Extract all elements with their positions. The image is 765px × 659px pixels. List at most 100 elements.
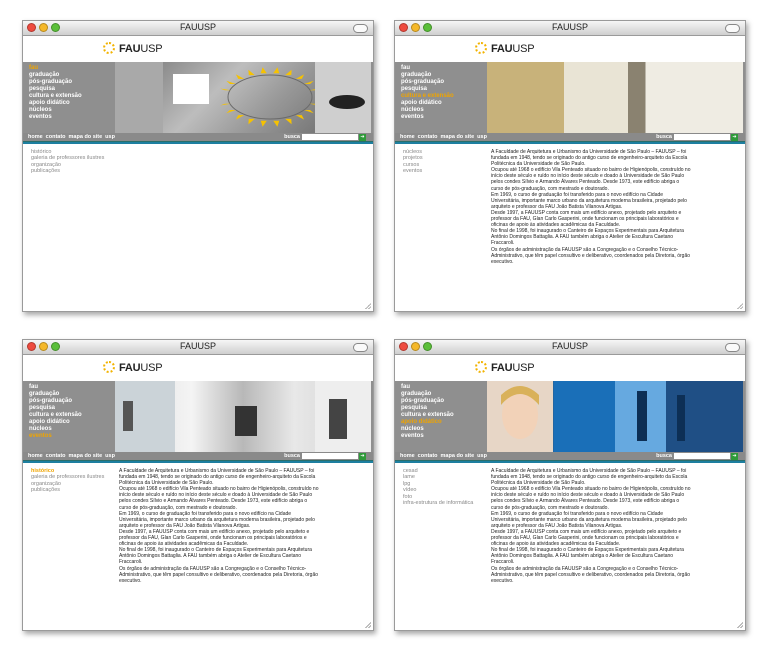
utility-link[interactable]: mapa do site xyxy=(69,134,103,140)
menu-item[interactable]: núcleos xyxy=(401,426,454,433)
title-bar[interactable]: FAUUSP xyxy=(23,340,373,355)
search-input[interactable] xyxy=(674,453,730,459)
menu-item[interactable]: cultura e extensão xyxy=(29,93,82,100)
body-paragraph: Os órgãos de administração da FAUUSP são… xyxy=(491,246,691,265)
menu-item[interactable]: apoio didático xyxy=(29,419,82,426)
menu-item[interactable]: cultura e extensão xyxy=(401,93,454,100)
menu-item[interactable]: apoio didático xyxy=(401,419,454,426)
menu-item[interactable]: pesquisa xyxy=(401,405,454,412)
resize-grip-icon[interactable] xyxy=(737,303,743,309)
menu-item[interactable]: cultura e extensão xyxy=(29,412,82,419)
sub-menu: núcleos projetos cursos eventos xyxy=(403,149,423,175)
content-area: núcleos projetos cursos eventos A Faculdade … xyxy=(395,144,745,309)
search-input[interactable] xyxy=(302,134,358,140)
menu-item[interactable]: pós-graduação xyxy=(29,398,82,405)
menu-item[interactable]: pós-graduação xyxy=(401,79,454,86)
body-paragraph: Em 1969, o curso de graduação foi transf… xyxy=(491,510,687,529)
menu-item[interactable]: pós-graduação xyxy=(29,79,82,86)
window-title: FAUUSP xyxy=(551,22,588,32)
browser-window: FAUUSP FAUUSP fau graduação pós-graduação pes… xyxy=(394,20,746,312)
site-logo[interactable]: FAUUSP xyxy=(491,43,535,55)
site-logo[interactable]: FAUUSP xyxy=(119,43,163,55)
menu-item[interactable]: apoio didático xyxy=(29,100,82,107)
toolbar-toggle-button[interactable] xyxy=(353,24,368,33)
logo-row: FAUUSP xyxy=(395,36,745,62)
utility-link[interactable]: home xyxy=(28,134,43,140)
title-bar[interactable]: FAUUSP xyxy=(395,340,745,355)
header-band: fau graduação pós-graduação pesquisa cultura… xyxy=(23,62,373,141)
search-input[interactable] xyxy=(674,134,730,140)
menu-item[interactable]: graduação xyxy=(29,72,82,79)
logo-row: FAUUSP xyxy=(23,36,373,62)
utility-link[interactable]: contato xyxy=(418,453,438,459)
search-go-button[interactable]: ➜ xyxy=(731,133,738,141)
sub-menu-item[interactable]: projetos xyxy=(403,155,423,161)
title-bar[interactable]: FAUUSP xyxy=(395,21,745,36)
utility-link[interactable]: usp xyxy=(105,453,115,459)
toolbar-toggle-button[interactable] xyxy=(725,24,740,33)
utility-link[interactable]: mapa do site xyxy=(69,453,103,459)
sub-menu-item[interactable]: publicações xyxy=(31,168,104,174)
menu-item[interactable]: fau xyxy=(401,65,454,72)
toolbar-toggle-button[interactable] xyxy=(725,343,740,352)
menu-item[interactable]: fau xyxy=(29,65,82,72)
utility-link[interactable]: home xyxy=(400,453,415,459)
menu-item[interactable]: núcleos xyxy=(401,107,454,114)
menu-item[interactable]: cultura e extensão xyxy=(401,412,454,419)
sun-logo-icon xyxy=(103,361,115,373)
menu-item[interactable]: graduação xyxy=(29,391,82,398)
title-bar[interactable]: FAUUSP xyxy=(23,21,373,36)
utility-link[interactable]: usp xyxy=(477,453,487,459)
menu-item[interactable]: núcleos xyxy=(29,426,82,433)
body-paragraph: A Faculdade de Arquitetura e Urbanismo d… xyxy=(119,468,316,487)
menu-item[interactable]: graduação xyxy=(401,72,454,79)
utility-link[interactable]: usp xyxy=(477,134,487,140)
menu-item[interactable]: apoio didático xyxy=(401,100,454,107)
window-title: FAUUSP xyxy=(551,341,588,351)
menu-item[interactable]: eventos xyxy=(29,114,82,121)
search-go-button[interactable]: ➜ xyxy=(359,133,366,141)
resize-grip-icon[interactable] xyxy=(365,303,371,309)
search-label: busca xyxy=(656,453,672,459)
utility-link[interactable]: usp xyxy=(105,134,115,140)
sub-menu-item[interactable]: infra-estrutura de informática xyxy=(403,500,473,506)
menu-item[interactable]: pós-graduação xyxy=(401,398,454,405)
content-area: histórico galeria de professores ilustres… xyxy=(23,463,373,628)
menu-item[interactable]: pesquisa xyxy=(401,86,454,93)
menu-item[interactable]: fau xyxy=(401,384,454,391)
search-input[interactable] xyxy=(302,453,358,459)
menu-item[interactable]: pesquisa xyxy=(29,405,82,412)
utility-link[interactable]: mapa do site xyxy=(441,134,475,140)
search-go-button[interactable]: ➜ xyxy=(731,452,738,460)
sub-menu-item[interactable]: galeria de professores ilustres xyxy=(31,155,104,161)
logo-row: FAUUSP xyxy=(23,355,373,381)
utility-link[interactable]: home xyxy=(28,453,43,459)
menu-item[interactable]: pesquisa xyxy=(29,86,82,93)
search-go-button[interactable]: ➜ xyxy=(359,452,366,460)
menu-item[interactable]: fau xyxy=(29,384,82,391)
utility-link[interactable]: mapa do site xyxy=(441,453,475,459)
menu-item[interactable]: núcleos xyxy=(29,107,82,114)
sub-menu-item[interactable]: eventos xyxy=(403,168,423,174)
toolbar-toggle-button[interactable] xyxy=(353,343,368,352)
site-logo[interactable]: FAUUSP xyxy=(491,362,535,374)
menu-item[interactable]: eventos xyxy=(401,433,454,440)
utility-bar: home contato mapa do site usp busca ➜ xyxy=(395,133,745,141)
site-logo[interactable]: FAUUSP xyxy=(119,362,163,374)
utility-links: home contato mapa do site usp xyxy=(28,133,118,141)
logo-rest-text: USP xyxy=(512,43,535,55)
body-text: A Faculdade de Arquitetura e Urbanismo d… xyxy=(119,468,319,584)
utility-link[interactable]: contato xyxy=(46,453,66,459)
utility-link[interactable]: home xyxy=(400,134,415,140)
header-band: fau graduação pós-graduação pesquisa cultura… xyxy=(395,62,745,141)
menu-item[interactable]: eventos xyxy=(401,114,454,121)
utility-link[interactable]: contato xyxy=(418,134,438,140)
resize-grip-icon[interactable] xyxy=(365,622,371,628)
resize-grip-icon[interactable] xyxy=(737,622,743,628)
sub-menu-item[interactable]: galeria de professores ilustres xyxy=(31,474,104,480)
menu-item[interactable]: graduação xyxy=(401,391,454,398)
sub-menu-item[interactable]: publicações xyxy=(31,487,104,493)
body-paragraph: Os órgãos de administração da FAUUSP são… xyxy=(491,565,691,584)
utility-link[interactable]: contato xyxy=(46,134,66,140)
menu-item[interactable]: eventos xyxy=(29,433,82,440)
